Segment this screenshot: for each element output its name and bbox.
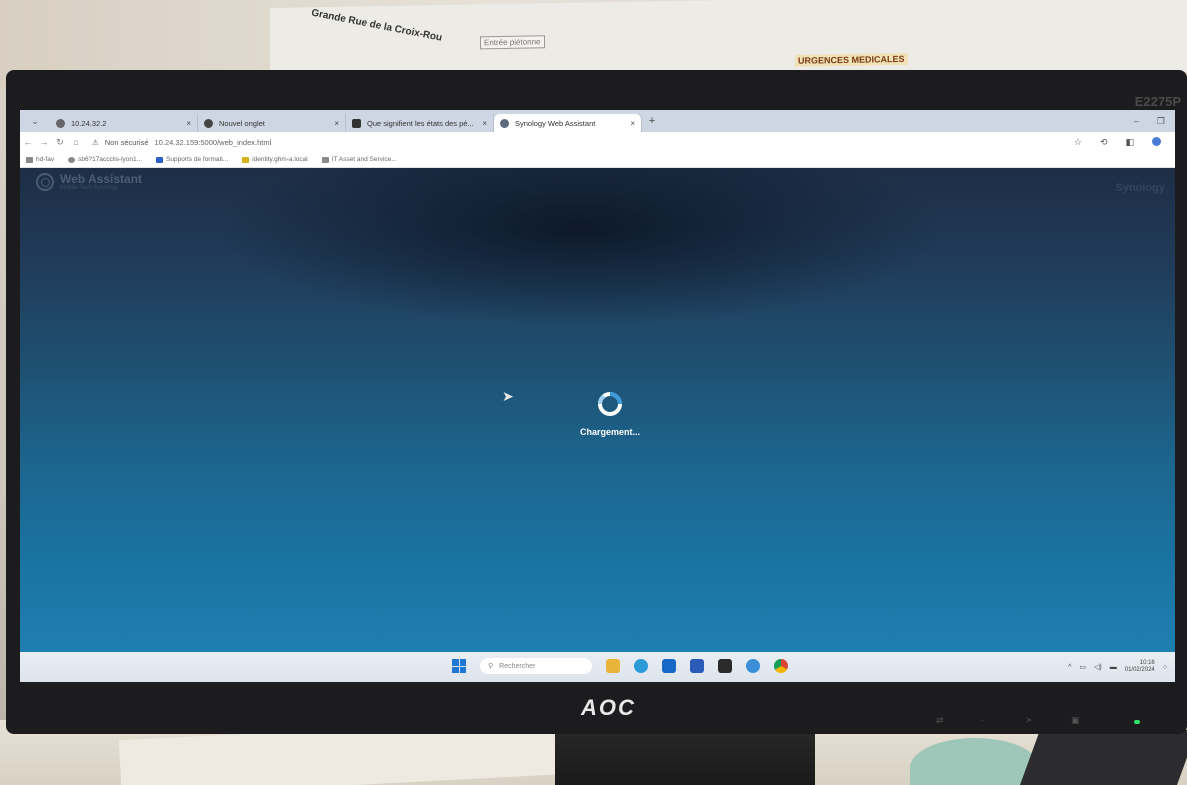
sharepoint-icon [156,156,164,163]
mouse-cursor-icon: ➤ [502,388,514,404]
forward-icon[interactable]: → [36,137,52,147]
reload-icon[interactable]: ↻ [52,137,68,148]
star-icon[interactable]: ☆ [1074,137,1082,148]
file-explorer-icon[interactable] [606,659,620,673]
screen: ⌄ 10.24.32.2 × Nouvel onglet × Que signi… [20,110,1175,682]
url-text: 10.24.32.159:5000/web_index.html [154,137,272,147]
bookmark-label: Supports de formati... [166,156,229,163]
taskbar-center: ⚲ Rechercher [452,658,788,674]
volume-icon[interactable]: ◁) [1094,663,1102,671]
close-icon[interactable]: × [334,119,339,128]
app-icon[interactable] [746,659,760,673]
windows-taskbar: ⚲ Rechercher ^ ▭ ◁) ▬ 10:16 01/02/2024 ○ [20,652,1175,682]
identity-icon [242,156,250,163]
notification-icon[interactable]: ○ [1163,664,1167,671]
battery-icon[interactable]: ▬ [1110,664,1117,671]
bookmark-item[interactable]: hd-fav [26,156,54,163]
globe-icon [68,156,76,163]
bookmark-label: hd-fav [36,156,55,163]
bookmark-label: IT Asset and Service... [331,156,397,163]
down-icon[interactable]: · [981,715,991,725]
tab-search-icon[interactable]: ⌄ [20,110,50,132]
logo-title: Web Assistant [60,172,143,186]
menu-icon[interactable]: ⇄ [936,715,946,725]
chrome-icon [204,118,213,128]
outlook-icon[interactable] [662,659,676,673]
street-sign: Grande Rue de la Croix-Rou [310,7,444,44]
auto-icon[interactable]: ▣ [1071,715,1081,725]
monitor-model-label: E2275P [1134,94,1181,109]
synology-icon [500,118,509,128]
synology-brand: Synology [1115,182,1165,194]
globe-icon [56,118,65,128]
right-icon[interactable]: > [1026,715,1036,725]
extensions-icon[interactable]: ⟲ [1100,137,1108,148]
restore-icon[interactable]: ❐ [1157,116,1165,127]
close-icon[interactable]: × [482,119,487,128]
search-placeholder: Rechercher [499,662,536,670]
loading-indicator: Chargement... [560,390,660,437]
monitor: E2275P ⌄ 10.24.32.2 × Nouvel onglet × Qu… [6,70,1187,734]
security-label: Non sécurisé [104,137,149,147]
taskbar-search[interactable]: ⚲ Rechercher [480,658,592,674]
plan-entry-box: Entrée piétonne [480,35,545,50]
tab-label: Que signifient les états des pé... [367,118,474,128]
spinner-icon [598,392,622,416]
back-icon[interactable]: ← [20,137,36,147]
web-assistant-logo: Web Assistant Mobile Tech Synology [36,173,142,191]
tab-label: 10.24.32.2 [71,118,107,128]
windows-start-icon[interactable] [452,659,466,673]
tab-article[interactable]: Que signifient les états des pé... × [346,114,494,132]
edge-icon[interactable] [634,659,648,673]
warning-icon: ⚠ [92,137,99,147]
tab-synology[interactable]: Synology Web Assistant × [494,114,642,132]
chevron-up-icon[interactable]: ^ [1068,664,1071,671]
clock[interactable]: 10:16 01/02/2024 [1125,660,1155,674]
tab-label: Synology Web Assistant [515,118,596,128]
search-icon: ⚲ [488,663,494,670]
profile-avatar[interactable] [1152,136,1161,146]
tab-ip[interactable]: 10.24.32.2 × [50,114,198,132]
close-icon[interactable]: × [186,119,191,128]
power-led [1134,720,1140,724]
folder-icon [26,156,33,163]
home-icon[interactable]: ⌂ [68,137,84,147]
close-icon[interactable]: × [630,119,635,128]
sidebar-icon[interactable]: ◧ [1125,137,1134,148]
browser-toolbar: ← → ↻ ⌂ ⚠ Non sécurisé 10.24.32.159:5000… [20,132,1175,152]
tab-new[interactable]: Nouvel onglet × [198,114,346,132]
bookmark-label: sb6?17accclis-lyon1... [78,156,143,163]
bookmark-item[interactable]: IT Asset and Service... [321,156,397,163]
keyboard [1019,730,1187,785]
monitor-brand-logo: AOC [581,695,636,720]
tab-label: Nouvel onglet [219,118,265,128]
bookmarks-bar: hd-fav sb6?17accclis-lyon1... Supports d… [20,152,1175,168]
clock-time: 10:16 [1139,660,1155,666]
web-assistant-page: Web Assistant Mobile Tech Synology Synol… [20,168,1175,652]
browser-tabbar: ⌄ 10.24.32.2 × Nouvel onglet × Que signi… [20,110,1175,132]
synology-logo-icon [36,173,54,191]
new-tab-button[interactable]: + [642,115,662,127]
bookmark-label: identity.ghm-a.local [252,156,308,163]
word-icon[interactable] [690,659,704,673]
loading-text: Chargement... [579,427,640,437]
bookmark-item[interactable]: sb6?17accclis-lyon1... [68,156,142,163]
system-tray: ^ ▭ ◁) ▬ 10:16 01/02/2024 ○ [1068,660,1167,674]
bookmark-item[interactable]: identity.ghm-a.local [242,156,308,163]
plan-urgences-label: URGENCES MEDICALES [795,52,908,67]
site-icon [352,118,361,128]
it-asset-icon [321,156,329,163]
address-bar[interactable]: ⚠ Non sécurisé 10.24.32.159:5000/web_ind… [92,138,271,147]
chrome-icon[interactable] [774,659,788,673]
monitor-buttons: ⇄ · > ▣ [936,715,1156,727]
clock-date: 01/02/2024 [1124,667,1155,673]
minimize-icon[interactable]: – [1134,116,1139,127]
network-icon[interactable]: ▭ [1079,663,1086,671]
terminal-icon[interactable] [718,659,732,673]
bookmark-item[interactable]: Supports de formati... [156,156,228,163]
toolbar-right: ☆ ⟲ ◧ [1074,136,1175,148]
window-controls: – ❐ [1134,116,1175,127]
